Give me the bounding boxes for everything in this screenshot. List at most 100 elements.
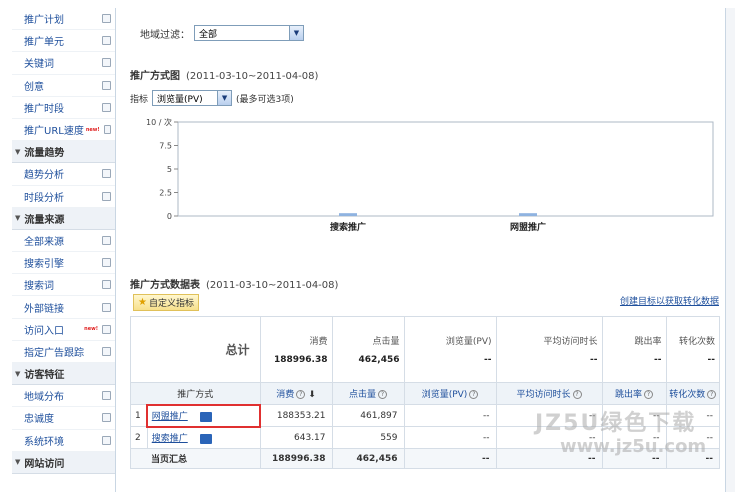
col-header-bounce[interactable]: 跳出率? xyxy=(601,382,667,405)
trend-chart-icon[interactable] xyxy=(199,411,212,422)
sidebar-item[interactable]: 访问入口 new! xyxy=(12,319,115,341)
triangle-down-icon: ▼ xyxy=(15,369,21,378)
sidebar-item[interactable]: 关键词 xyxy=(12,52,115,75)
sidebar-item[interactable]: 趋势分析 xyxy=(12,163,115,186)
col-header-clicks[interactable]: 点击量? xyxy=(331,382,405,405)
page-icon[interactable] xyxy=(102,80,111,90)
sidebar-item[interactable]: 搜索词 xyxy=(12,274,115,297)
page-icon[interactable] xyxy=(102,324,111,334)
page-icon[interactable] xyxy=(102,36,111,46)
region-select[interactable]: 全部 ▼ xyxy=(194,25,304,41)
sort-down-icon: ⬇ xyxy=(308,390,316,400)
page-icon[interactable] xyxy=(102,14,111,24)
custom-metric-button[interactable]: ★ 自定义指标 xyxy=(133,294,199,311)
sidebar-item-label: 地域分布 xyxy=(24,392,64,404)
help-icon[interactable]: ? xyxy=(469,390,479,399)
sidebar-item-label: 关键词 xyxy=(24,59,54,71)
page-icon[interactable] xyxy=(102,391,111,401)
summary-label: 总计 xyxy=(130,316,261,383)
metric-label: 指标 xyxy=(130,94,149,105)
sidebar-section-header[interactable]: ▼ 流量来源 xyxy=(12,207,115,230)
row-name-cell: 网盟推广 xyxy=(146,403,262,428)
sidebar-item[interactable]: 推广单元 xyxy=(12,30,115,53)
y-tick-label: 0 xyxy=(167,212,172,221)
sidebar-item[interactable]: 创意 xyxy=(12,75,115,97)
help-icon[interactable]: ? xyxy=(707,390,717,399)
sidebar-item[interactable]: 外部链接 xyxy=(12,296,115,319)
sidebar-item-label: 指定广告跟踪 xyxy=(24,347,84,359)
sidebar-section-header[interactable]: ▼ 流量趋势 xyxy=(12,141,115,164)
region-filter: 地域过滤： 全部 ▼ xyxy=(140,25,304,41)
col-header-avg-time[interactable]: 平均访问时长? xyxy=(495,382,603,405)
page-icon[interactable] xyxy=(102,102,111,112)
watermark-text: JZ5U绿色下载 xyxy=(535,411,697,436)
page-total-pv: -- xyxy=(403,448,497,469)
x-tick-label: 搜索推广 xyxy=(330,221,366,233)
bar xyxy=(339,213,357,216)
page-icon[interactable] xyxy=(102,235,111,245)
page-icon[interactable] xyxy=(102,280,111,290)
sidebar-item-label: 系统环境 xyxy=(24,436,64,448)
help-icon[interactable]: ? xyxy=(572,390,582,399)
sidebar-item[interactable]: 全部来源 xyxy=(12,230,115,253)
metric-hint: (最多可选3项) xyxy=(236,94,294,105)
page-icon[interactable] xyxy=(102,302,111,312)
page-icon[interactable] xyxy=(102,413,111,423)
help-icon[interactable]: ? xyxy=(378,390,388,399)
page-icon[interactable] xyxy=(102,435,111,445)
summary-pv: 浏览量(PV) -- xyxy=(403,316,497,383)
sidebar-item[interactable]: 推广URL速度 new! xyxy=(12,119,115,142)
sidebar-section-header[interactable]: ▼ 网站访问 xyxy=(12,451,115,474)
sidebar-section-header[interactable]: ▼ 访客特征 xyxy=(12,363,115,386)
row-name-link[interactable]: 搜索推广 xyxy=(152,434,188,444)
triangle-down-icon: ▼ xyxy=(15,458,21,467)
sidebar-item-label: 访问入口 xyxy=(24,325,64,337)
sidebar-item[interactable]: 推广计划 xyxy=(12,8,115,31)
summary-cost: 消费 188996.38 xyxy=(259,316,333,383)
chart-section-title-text: 推广方式图 xyxy=(130,71,180,82)
sidebar-section-label: 流量趋势 xyxy=(24,148,65,160)
col-header-conversions[interactable]: 转化次数? xyxy=(665,382,721,405)
trend-chart-icon[interactable] xyxy=(199,433,212,444)
custom-metric-label: 自定义指标 xyxy=(148,299,194,309)
sidebar-item-label: 推广URL速度 xyxy=(24,126,84,138)
page-icon[interactable] xyxy=(102,58,111,68)
plot-area xyxy=(177,121,714,217)
sidebar-item[interactable]: 系统环境 xyxy=(12,430,115,452)
col-header-cost[interactable]: 消费? ⬇ xyxy=(259,382,333,405)
chart-svg: 10 / 次 7.5 5 2.5 0 搜索推广 网盟推广 xyxy=(146,117,714,233)
row-index: 1 xyxy=(130,404,148,427)
metric-select[interactable]: 浏览量(PV) ▼ xyxy=(152,90,233,106)
table-header-row: 推广方式 消费? ⬇ 点击量? 浏览量(PV)? 平均访问时长? 跳出率? 转化… xyxy=(130,382,721,405)
page-icon[interactable] xyxy=(103,125,111,135)
region-select-value: 全部 xyxy=(199,29,218,40)
page-icon[interactable] xyxy=(102,346,111,356)
row-cost: 643.17 xyxy=(259,426,333,449)
help-icon[interactable]: ? xyxy=(644,390,654,399)
chevron-down-icon: ▼ xyxy=(289,26,303,40)
chart-section-range: (2011-03-10~2011-04-08) xyxy=(186,71,319,82)
summary-clicks: 点击量 462,456 xyxy=(331,316,405,383)
table-section-title: 推广方式数据表 (2011-03-10~2011-04-08) xyxy=(130,276,338,291)
sidebar-item[interactable]: 时段分析 xyxy=(12,186,115,208)
create-goal-link[interactable]: 创建目标以获取转化数据 xyxy=(620,294,719,307)
sidebar-item[interactable]: 推广时段 xyxy=(12,97,115,119)
sidebar-item-label: 搜索词 xyxy=(24,281,54,293)
page-icon[interactable] xyxy=(102,191,111,201)
page-icon[interactable] xyxy=(102,169,111,179)
y-tick-label: 10 / 次 xyxy=(146,117,172,127)
row-cost: 188353.21 xyxy=(259,404,333,427)
col-header-pv[interactable]: 浏览量(PV)? xyxy=(403,382,497,405)
new-badge: new! xyxy=(84,326,98,333)
sidebar-item[interactable]: 指定广告跟踪 xyxy=(12,341,115,363)
vertical-scrollbar[interactable] xyxy=(725,8,735,492)
help-icon[interactable]: ? xyxy=(296,390,306,399)
row-name-link[interactable]: 网盟推广 xyxy=(152,412,188,422)
sidebar-item[interactable]: 忠诚度 xyxy=(12,407,115,430)
row-pv: -- xyxy=(403,426,497,449)
sidebar-nav: 推广计划 推广单元 关键词 创意 推广时段 推广URL速度 new! ▼ 流量趋势 趋势分析 时段分… xyxy=(12,8,116,492)
sidebar-item-label: 推广计划 xyxy=(24,15,64,27)
sidebar-item[interactable]: 地域分布 xyxy=(12,385,115,408)
sidebar-item[interactable]: 搜索引擎 xyxy=(12,252,115,275)
page-icon[interactable] xyxy=(102,258,111,268)
